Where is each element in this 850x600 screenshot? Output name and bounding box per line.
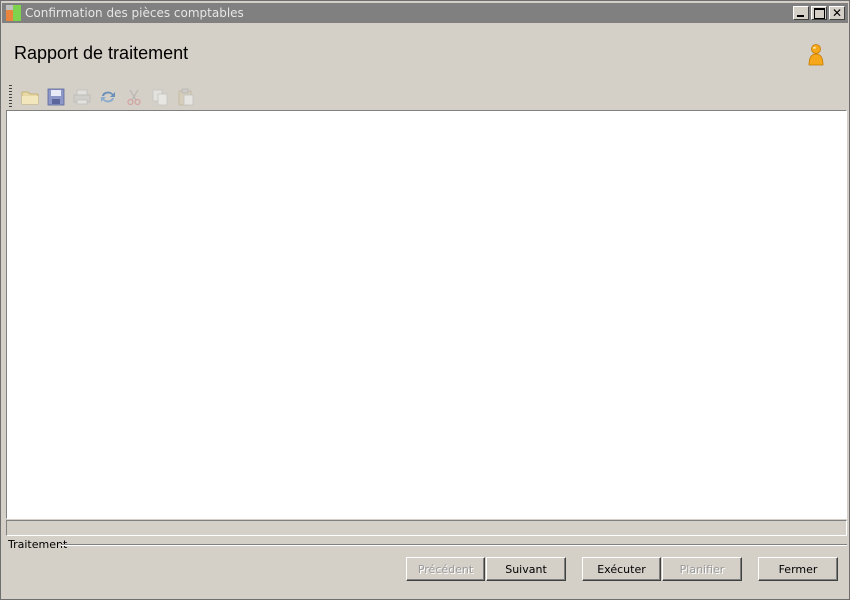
main-window: Confirmation des pièces comptables ✕ Rap… [0, 0, 850, 600]
report-area[interactable] [6, 110, 847, 519]
title-bar[interactable]: Confirmation des pièces comptables ✕ [2, 3, 848, 23]
execute-button[interactable]: Exécuter [582, 557, 661, 581]
refresh-icon[interactable] [95, 85, 121, 109]
paste-icon[interactable] [173, 85, 199, 109]
cut-icon[interactable] [121, 85, 147, 109]
toolbar-grip[interactable] [9, 85, 12, 109]
close-window-button[interactable]: ✕ [829, 6, 845, 20]
maximize-button[interactable] [811, 6, 827, 20]
copy-icon[interactable] [147, 85, 173, 109]
window-controls: ✕ [793, 6, 845, 20]
app-icon [5, 4, 23, 22]
print-icon[interactable] [69, 85, 95, 109]
previous-button[interactable]: Précédent [406, 557, 485, 581]
page-title: Rapport de traitement [14, 43, 189, 63]
open-folder-icon[interactable] [17, 85, 43, 109]
close-button[interactable]: Fermer [758, 557, 838, 581]
schedule-button[interactable]: Planifier [662, 557, 742, 581]
next-button[interactable]: Suivant [486, 557, 566, 581]
minimize-button[interactable] [793, 6, 809, 20]
toolbar [9, 84, 199, 110]
progress-bar [6, 520, 847, 536]
group-label-traitement: Traitement [8, 538, 68, 551]
window-title: Confirmation des pièces comptables [25, 6, 244, 20]
save-icon[interactable] [43, 85, 69, 109]
group-divider [61, 544, 847, 546]
user-icon [806, 43, 826, 67]
